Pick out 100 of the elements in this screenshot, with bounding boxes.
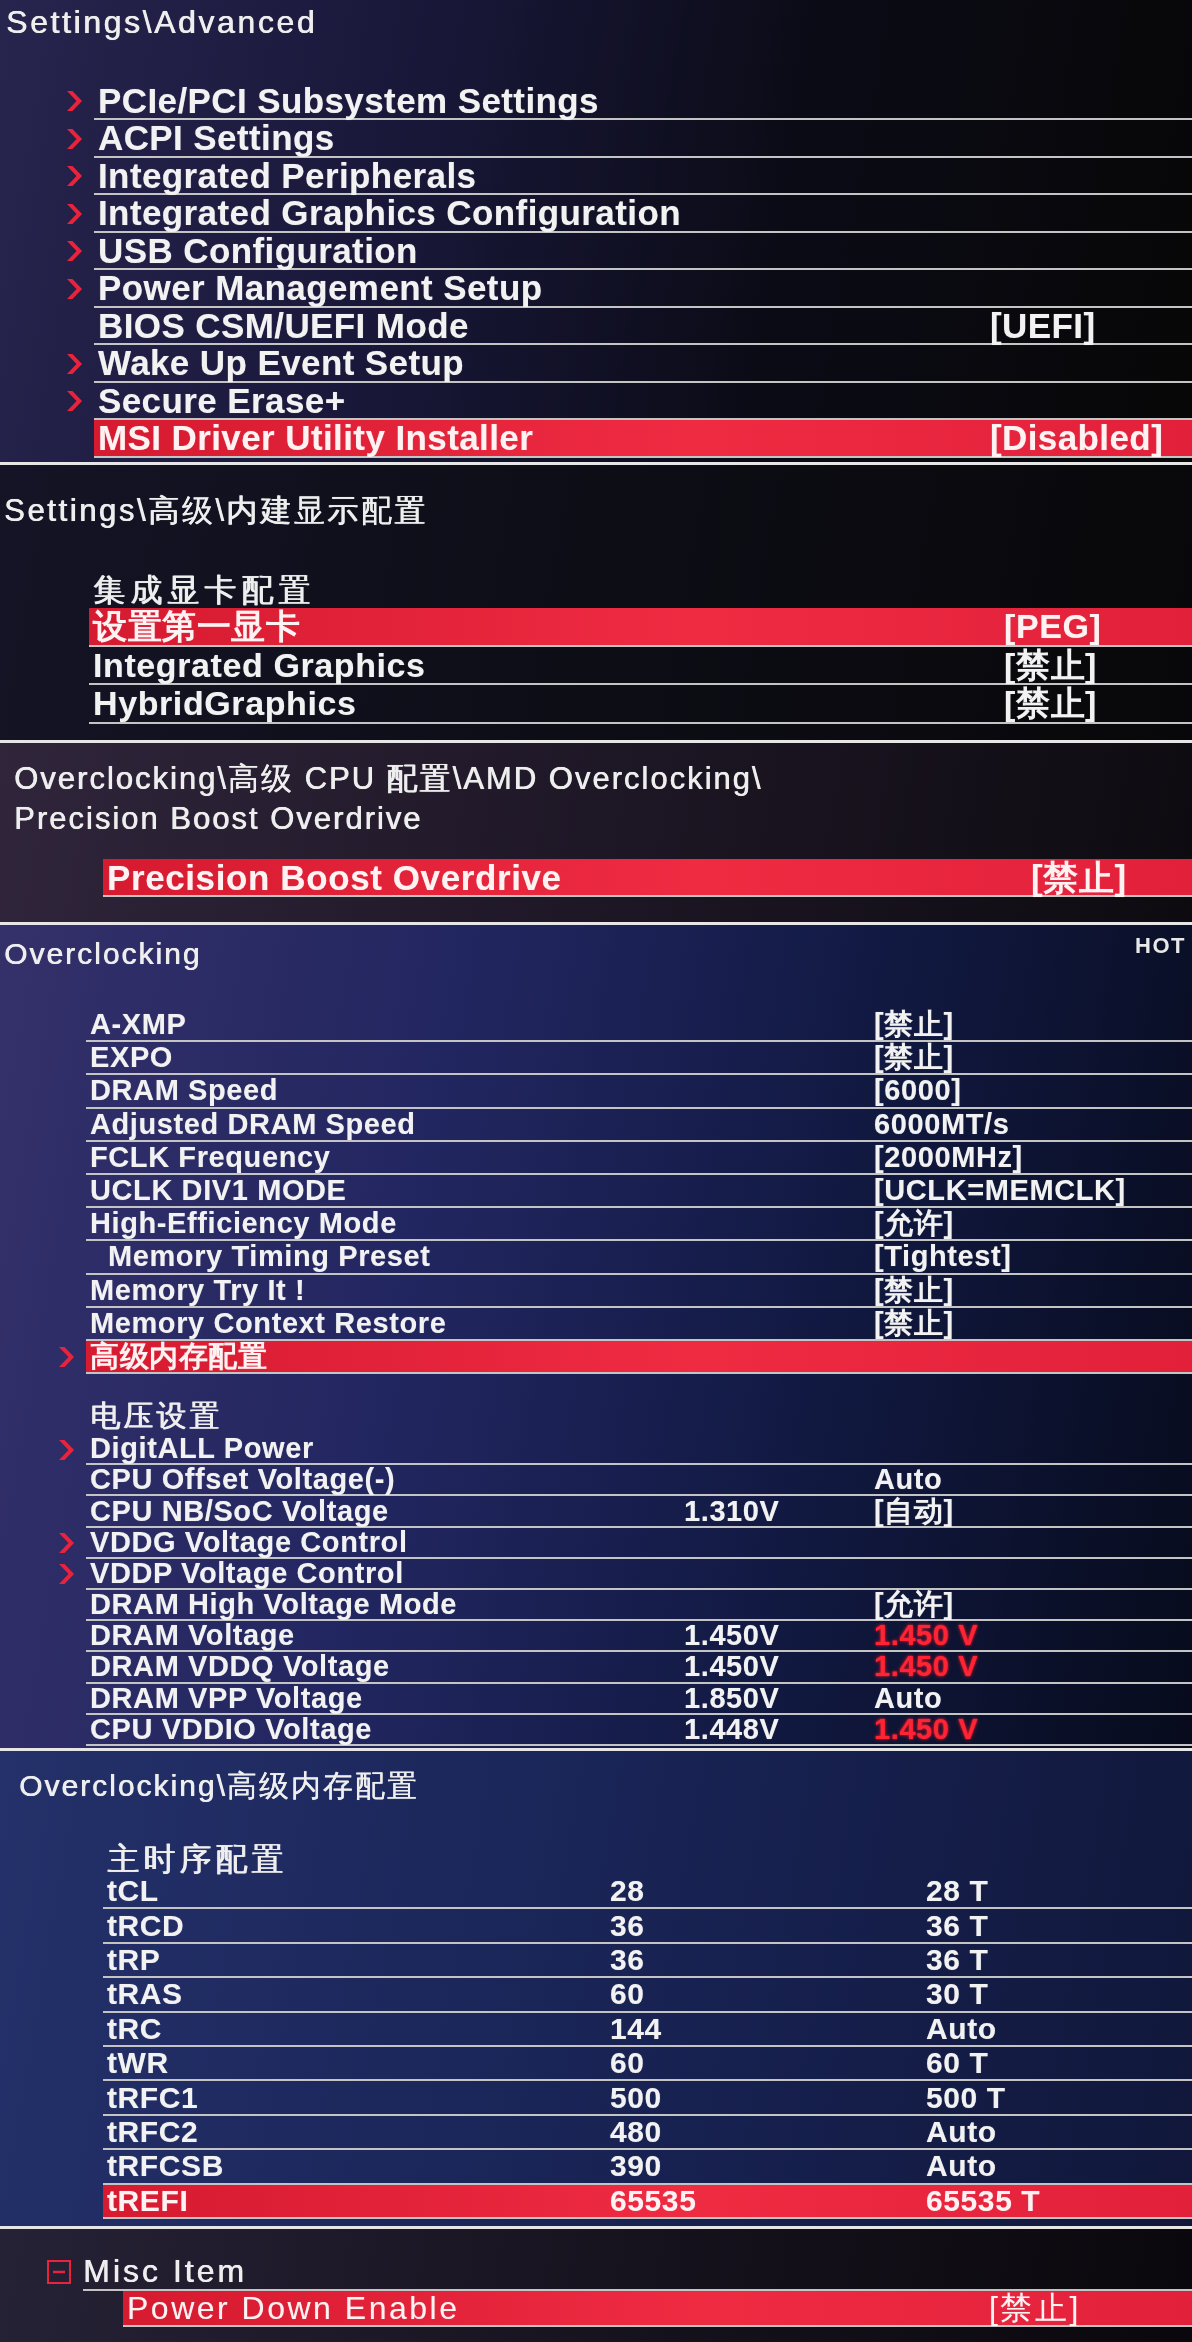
- setting-row[interactable]: MSI Driver Utility Installer [Disabled]: [94, 420, 1192, 458]
- setting-label: FCLK Frequency: [90, 1142, 331, 1172]
- setting-value: [自动]: [874, 1496, 954, 1526]
- setting-row[interactable]: DRAM VPP Voltage 1.850V Auto: [86, 1683, 1192, 1715]
- breadcrumb-path: Settings\高级\内建显示配置: [4, 493, 429, 529]
- setting-row[interactable]: Adjusted DRAM Speed 6000MT/s: [86, 1108, 1192, 1142]
- setting-row[interactable]: Power Management Setup: [94, 270, 1192, 308]
- setting-label: USB Configuration: [98, 232, 418, 268]
- setting-value: [禁止]: [874, 1275, 954, 1305]
- setting-row[interactable]: Integrated Graphics [禁止]: [89, 646, 1192, 685]
- setting-row[interactable]: CPU NB/SoC Voltage 1.310V [自动]: [86, 1496, 1192, 1528]
- setting-label: UCLK DIV1 MODE: [90, 1176, 347, 1206]
- setting-label: 高级内存配置: [90, 1341, 268, 1371]
- current-reading: 1.450V: [684, 1652, 780, 1682]
- setting-value: 28 T: [926, 1876, 989, 1907]
- setting-value: [UCLK=MEMCLK]: [874, 1176, 1126, 1206]
- breadcrumb-path: Overclocking\高级内存配置: [19, 1768, 419, 1804]
- setting-label: Memory Context Restore: [90, 1308, 447, 1338]
- current-reading: 500: [610, 2082, 662, 2113]
- current-reading: 1.450V: [684, 1621, 780, 1651]
- setting-label: Memory Try It !: [90, 1275, 306, 1305]
- setting-value: [UEFI]: [990, 307, 1096, 343]
- breadcrumb-path: Precision Boost Overdrive: [14, 800, 423, 838]
- setting-value: 30 T: [926, 1979, 989, 2010]
- breadcrumb-path: Settings\Advanced: [6, 4, 318, 40]
- setting-row[interactable]: DRAM Voltage 1.450V 1.450 V: [86, 1621, 1192, 1653]
- setting-row[interactable]: DRAM Speed [6000]: [86, 1075, 1192, 1109]
- section-heading: 集成显卡配置: [93, 572, 315, 608]
- setting-value: [禁止]: [1004, 647, 1098, 682]
- setting-value: Auto: [926, 2013, 997, 2044]
- setting-row[interactable]: tWR 60 60 T: [103, 2046, 1192, 2082]
- setting-row[interactable]: tRP 36 36 T: [103, 1943, 1192, 1979]
- setting-label: Precision Boost Overdrive: [107, 859, 562, 895]
- setting-row[interactable]: CPU Offset Voltage(-) Auto: [86, 1465, 1192, 1497]
- setting-label: Integrated Graphics Configuration: [98, 195, 681, 231]
- setting-row[interactable]: tRFC2 480 Auto: [103, 2115, 1192, 2151]
- setting-value: [禁止]: [874, 1308, 954, 1338]
- hotkey-label: HOT: [1135, 936, 1186, 956]
- setting-row[interactable]: DRAM VDDQ Voltage 1.450V 1.450 V: [86, 1652, 1192, 1684]
- setting-label: Secure Erase+: [98, 382, 346, 418]
- setting-row[interactable]: tREFI 65535 65535 T: [103, 2184, 1192, 2219]
- setting-label: Wake Up Event Setup: [98, 345, 465, 381]
- current-reading: 480: [610, 2116, 662, 2147]
- setting-row[interactable]: Wake Up Event Setup: [94, 345, 1192, 383]
- setting-row[interactable]: tRFC1 500 500 T: [103, 2081, 1192, 2116]
- minus-square-icon[interactable]: [47, 2260, 71, 2284]
- setting-row[interactable]: A-XMP [禁止]: [86, 1009, 1192, 1043]
- setting-label: PCIe/PCI Subsystem Settings: [98, 82, 599, 118]
- setting-row[interactable]: HybridGraphics [禁止]: [89, 685, 1192, 724]
- setting-value: 500 T: [926, 2082, 1006, 2113]
- current-reading: 28: [610, 1876, 645, 1907]
- setting-row[interactable]: ACPI Settings: [94, 120, 1192, 158]
- setting-row[interactable]: tRAS 60 30 T: [103, 1978, 1192, 2013]
- setting-row[interactable]: VDDP Voltage Control: [86, 1558, 1192, 1590]
- setting-row[interactable]: tCL 28 28 T: [103, 1875, 1192, 1910]
- setting-row[interactable]: 高级内存配置: [86, 1340, 1192, 1375]
- current-reading: 36: [610, 1910, 645, 1941]
- setting-label: DRAM Speed: [90, 1076, 279, 1106]
- current-reading: 1.850V: [684, 1683, 780, 1713]
- setting-row[interactable]: BIOS CSM/UEFI Mode [UEFI]: [94, 307, 1192, 345]
- setting-value: 36 T: [926, 1944, 989, 1975]
- setting-label: MSI Driver Utility Installer: [98, 420, 534, 456]
- setting-value: [允许]: [874, 1209, 954, 1239]
- setting-row[interactable]: DigitALL Power: [86, 1434, 1192, 1466]
- setting-label: tRC: [107, 2013, 163, 2044]
- setting-value: [禁止]: [874, 1043, 954, 1073]
- setting-value: Auto: [874, 1683, 943, 1713]
- setting-row[interactable]: VDDG Voltage Control: [86, 1527, 1192, 1559]
- setting-row[interactable]: Precision Boost Overdrive [禁止]: [103, 859, 1192, 897]
- setting-value: 1.450 V: [874, 1652, 979, 1682]
- setting-row[interactable]: UCLK DIV1 MODE [UCLK=MEMCLK]: [86, 1174, 1192, 1209]
- setting-row[interactable]: Memory Try It ! [禁止]: [86, 1274, 1192, 1308]
- setting-value: [允许]: [874, 1590, 954, 1620]
- setting-label: VDDG Voltage Control: [90, 1527, 408, 1557]
- setting-row[interactable]: Memory Timing Preset [Tightest]: [86, 1241, 1192, 1275]
- setting-label: DigitALL Power: [90, 1434, 314, 1464]
- setting-row[interactable]: High-Efficiency Mode [允许]: [86, 1208, 1192, 1242]
- setting-label: HybridGraphics: [93, 686, 357, 721]
- setting-row[interactable]: PCIe/PCI Subsystem Settings: [94, 82, 1192, 120]
- current-reading: 60: [610, 2048, 645, 2079]
- section-heading: Misc Item: [83, 2253, 247, 2289]
- setting-label: Power Down Enable: [127, 2292, 460, 2324]
- setting-value: 36 T: [926, 1910, 989, 1941]
- setting-row[interactable]: 设置第一显卡 [PEG]: [89, 608, 1192, 647]
- setting-value: Auto: [874, 1465, 943, 1495]
- setting-value: [禁止]: [1031, 859, 1127, 895]
- setting-row[interactable]: tRCD 36 36 T: [103, 1909, 1192, 1944]
- setting-row[interactable]: EXPO [禁止]: [86, 1042, 1192, 1076]
- setting-row[interactable]: FCLK Frequency [2000MHz]: [86, 1141, 1192, 1175]
- section-heading: 电压设置: [90, 1398, 222, 1435]
- setting-label: Adjusted DRAM Speed: [90, 1109, 416, 1139]
- setting-value: 60 T: [926, 2048, 989, 2079]
- setting-row[interactable]: Integrated Peripherals: [94, 157, 1192, 195]
- setting-row[interactable]: DRAM High Voltage Mode [允许]: [86, 1590, 1192, 1622]
- setting-row[interactable]: USB Configuration: [94, 232, 1192, 270]
- setting-label: DRAM High Voltage Mode: [90, 1590, 458, 1620]
- setting-row[interactable]: Power Down Enable [禁止]: [123, 2291, 1192, 2327]
- setting-row[interactable]: Integrated Graphics Configuration: [94, 195, 1192, 233]
- setting-row[interactable]: tRC 144 Auto: [103, 2012, 1192, 2047]
- setting-row[interactable]: CPU VDDIO Voltage 1.448V 1.450 V: [86, 1714, 1192, 1746]
